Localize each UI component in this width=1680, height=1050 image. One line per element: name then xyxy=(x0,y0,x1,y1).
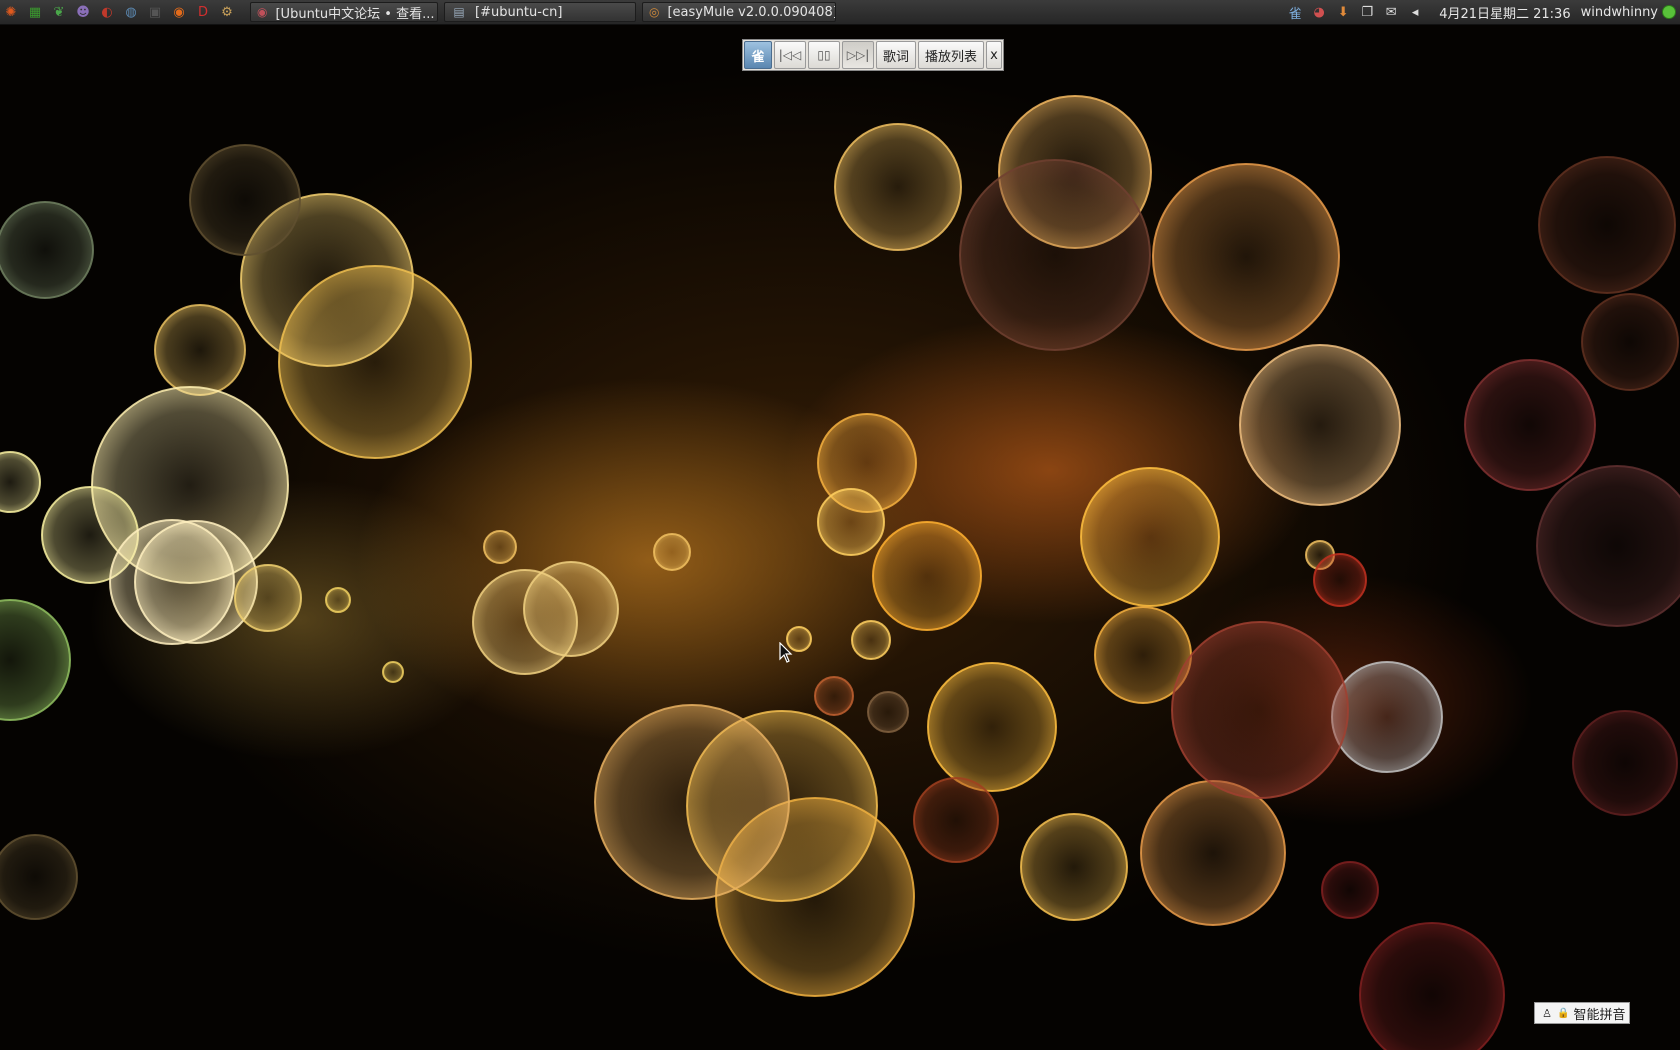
bokeh-circle xyxy=(1359,922,1505,1050)
next-icon: ▷▷| xyxy=(846,48,870,62)
bokeh-circle xyxy=(834,123,962,251)
bokeh-circle xyxy=(382,661,404,683)
bokeh-circle xyxy=(1321,861,1379,919)
bokeh-circle xyxy=(1140,780,1286,926)
online-status-icon[interactable] xyxy=(1662,5,1676,19)
bokeh-circle xyxy=(872,521,982,631)
task-label: [#ubuntu-cn] xyxy=(475,4,563,20)
top-panel: ✺ ▦ ❦ ☻ ◐ ◍ ▣ ◉ D ⚙ ◉ [Ubuntu中文论坛 • 查看..… xyxy=(0,0,1680,25)
player-logo-icon[interactable]: 雀 xyxy=(744,41,772,69)
pause-button[interactable]: ▯▯ xyxy=(808,41,840,69)
mail-icon[interactable]: ✉ xyxy=(1381,2,1401,22)
bokeh-circle xyxy=(0,201,94,299)
user-name[interactable]: windwhinny xyxy=(1581,5,1658,20)
bokeh-circle xyxy=(1538,156,1676,294)
bokeh-circle xyxy=(913,777,999,863)
ime-label: 智能拼音 xyxy=(1573,1007,1626,1023)
taskbar-item-ubuntu-forum[interactable]: ◉ [Ubuntu中文论坛 • 查看... xyxy=(250,2,438,22)
bokeh-circle xyxy=(1171,621,1349,799)
pause-icon: ▯▯ xyxy=(817,48,831,62)
input-method-indicator[interactable]: ♙ 🔒 智能拼音 xyxy=(1534,1002,1631,1024)
bokeh-circle xyxy=(851,620,891,660)
bokeh-circle xyxy=(0,599,71,721)
bokeh-wallpaper-art xyxy=(0,95,1680,1050)
volume-icon[interactable]: ◂ xyxy=(1405,2,1425,22)
bokeh-circle xyxy=(189,144,301,256)
taskbar-item-ubuntu-cn[interactable]: ▤ [#ubuntu-cn] xyxy=(444,2,636,22)
chat-task-icon: ▤ xyxy=(453,5,465,19)
bokeh-circle xyxy=(817,488,885,556)
bokeh-circle xyxy=(959,159,1151,351)
music-player-toolbar: 雀 |◁◁ ▯▯ ▷▷| 歌词 播放列表 x xyxy=(742,39,1005,71)
penguin-ime-icon: ♙ xyxy=(1542,1006,1552,1020)
bokeh-circle xyxy=(1020,813,1128,921)
bokeh-circle xyxy=(278,265,472,459)
close-button[interactable]: x xyxy=(986,41,1003,69)
globe-icon[interactable]: ◍ xyxy=(120,1,142,23)
task-label: [easyMule v2.0.0.090408] xyxy=(667,4,836,20)
bokeh-circle xyxy=(0,834,78,920)
bokeh-circle xyxy=(523,561,619,657)
bokeh-circle xyxy=(483,530,517,564)
music-player-icon[interactable]: ◐ xyxy=(96,1,118,23)
playlist-button[interactable]: 播放列表 xyxy=(918,41,985,69)
emule-task-icon: ◎ xyxy=(649,5,660,19)
previous-icon: |◁◁ xyxy=(778,48,802,62)
firefox-icon[interactable]: ◉ xyxy=(168,1,190,23)
mouse-pointer-icon xyxy=(779,642,793,663)
bokeh-circle xyxy=(653,533,691,571)
bokeh-circle xyxy=(1152,163,1340,351)
task-label: [Ubuntu中文论坛 • 查看... xyxy=(275,6,435,22)
browser-task-icon: ◉ xyxy=(257,5,268,19)
previous-track-button[interactable]: |◁◁ xyxy=(774,41,806,69)
system-monitor-icon[interactable]: ▦ xyxy=(24,1,46,23)
bokeh-circle xyxy=(1536,465,1680,627)
bokeh-circle xyxy=(234,564,302,632)
bokeh-circle xyxy=(594,704,790,900)
leaf-app-icon[interactable]: ❦ xyxy=(48,1,70,23)
launcher-bar: ✺ ▦ ❦ ☻ ◐ ◍ ▣ ◉ D ⚙ xyxy=(0,0,240,24)
bokeh-circle xyxy=(814,676,854,716)
bokeh-circle xyxy=(927,662,1057,792)
bokeh-circle xyxy=(1080,467,1220,607)
dict-icon[interactable]: D xyxy=(192,1,214,23)
desktop-wallpaper xyxy=(0,0,1680,1050)
bokeh-circle xyxy=(0,451,41,513)
terminal-icon[interactable]: ▣ xyxy=(144,1,166,23)
bokeh-circle xyxy=(154,304,246,396)
settings-gear-icon[interactable]: ⚙ xyxy=(216,1,238,23)
bokeh-circle xyxy=(1464,359,1596,491)
window-tray-icon[interactable]: ❐ xyxy=(1357,2,1377,22)
ubuntu-menu-icon[interactable]: ✺ xyxy=(0,1,22,23)
bokeh-circle xyxy=(1239,344,1401,506)
pidgin-icon[interactable]: ☻ xyxy=(72,1,94,23)
lyrics-button[interactable]: 歌词 xyxy=(876,41,917,69)
lock-icon: 🔒 xyxy=(1557,1007,1570,1019)
bokeh-circle xyxy=(1572,710,1678,816)
music-tray-icon[interactable]: 雀 xyxy=(1285,2,1305,22)
penguin-tray-icon[interactable]: ◕ xyxy=(1309,2,1329,22)
system-tray: 雀 ◕ ⬇ ❐ ✉ ◂ 4月21日星期二 21:36 windwhinny xyxy=(1283,0,1680,24)
download-tray-icon[interactable]: ⬇ xyxy=(1333,2,1353,22)
taskbar-item-easymule[interactable]: ◎ [easyMule v2.0.0.090408] xyxy=(642,2,836,22)
bokeh-circle xyxy=(867,691,909,733)
bokeh-circle xyxy=(1581,293,1679,391)
clock[interactable]: 4月21日星期二 21:36 xyxy=(1439,3,1570,22)
next-track-button[interactable]: ▷▷| xyxy=(842,41,874,69)
bokeh-circle xyxy=(325,587,351,613)
bokeh-circle xyxy=(1313,553,1367,607)
